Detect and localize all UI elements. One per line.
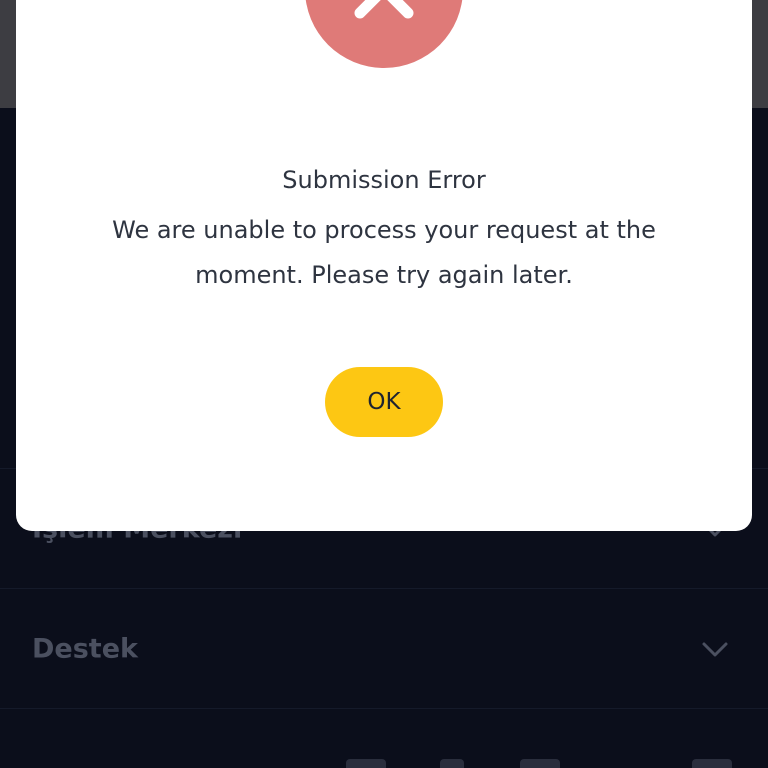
dialog-message: We are unable to process your request at… [112, 216, 656, 289]
dialog-title: Submission Error [282, 166, 486, 194]
facebook-social-icon[interactable] [440, 759, 464, 768]
chevron-down-icon [702, 642, 728, 656]
menu-item-destek[interactable]: Destek [0, 588, 768, 708]
ok-button[interactable]: OK [325, 367, 443, 437]
instagram-social-icon[interactable] [520, 759, 560, 768]
error-dialog: Submission Error We are unable to proces… [16, 0, 752, 531]
error-icon-badge [305, 0, 463, 68]
social-links-row [0, 708, 768, 768]
social-icon[interactable] [692, 759, 732, 768]
menu-item-label: Destek [32, 633, 138, 664]
close-x-icon [354, 0, 414, 19]
x-social-icon[interactable] [346, 759, 386, 768]
